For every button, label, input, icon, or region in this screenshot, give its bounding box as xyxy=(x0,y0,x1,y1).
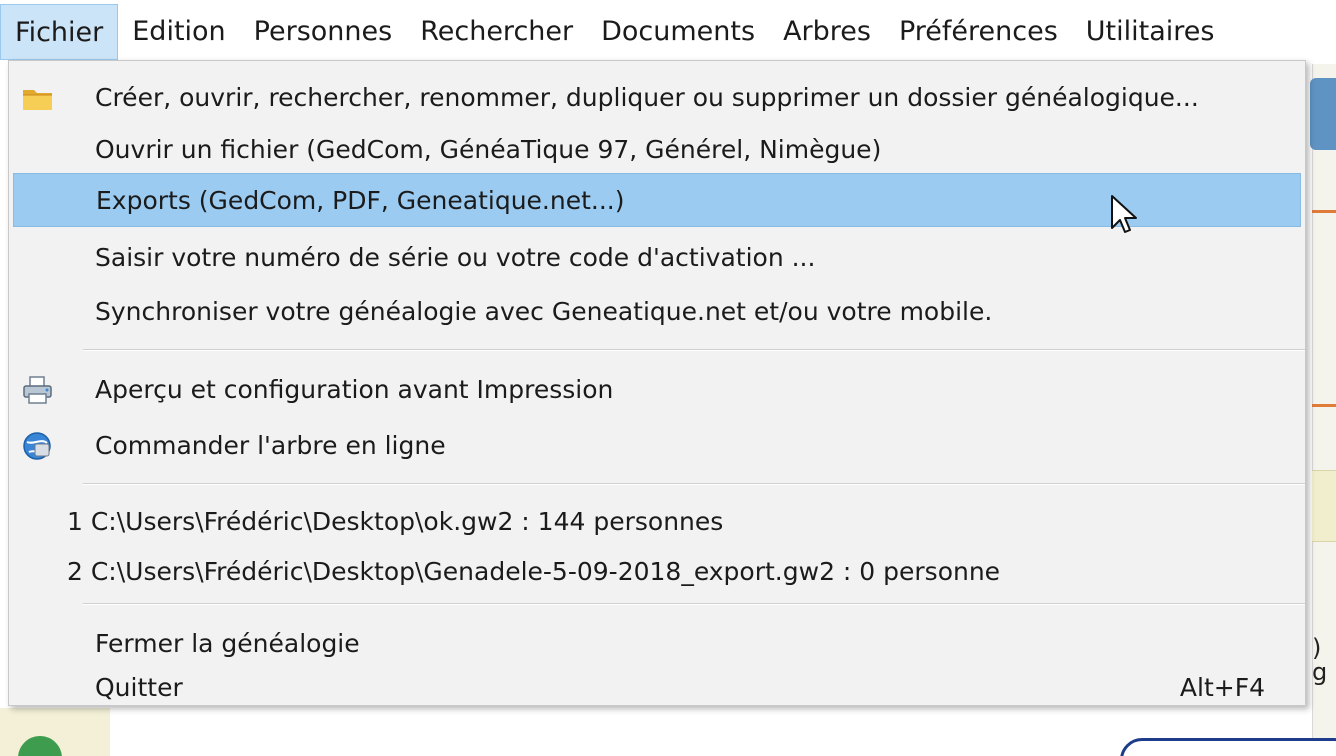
menu-item-numero-serie[interactable]: Saisir votre numéro de série ou votre co… xyxy=(13,231,1301,285)
menu-separator xyxy=(83,483,1305,485)
file-menu-dropdown: Créer, ouvrir, rechercher, renommer, dup… xyxy=(8,60,1306,706)
menu-separator xyxy=(83,349,1305,351)
menu-item-label: 1 C:\Users\Frédéric\Desktop\ok.gw2 : 144… xyxy=(67,507,724,536)
menu-item-label: Quitter xyxy=(95,673,183,702)
menu-documents[interactable]: Documents xyxy=(587,4,769,60)
menu-item-label: Ouvrir un fichier (GedCom, GénéaTique 97… xyxy=(95,135,882,164)
app-window: ) g Fichier Edition Personnes Rechercher … xyxy=(0,0,1336,756)
menu-item-recent-file-1[interactable]: 1 C:\Users\Frédéric\Desktop\ok.gw2 : 144… xyxy=(13,495,1301,549)
menu-edition[interactable]: Edition xyxy=(118,4,239,60)
menu-separator xyxy=(83,603,1305,605)
menu-item-shortcut: Alt+F4 xyxy=(1179,673,1265,702)
background-toolbar-fragment xyxy=(0,708,110,756)
globe-icon xyxy=(23,432,51,460)
background-card-fragment xyxy=(1312,470,1336,542)
menu-preferences[interactable]: Préférences xyxy=(885,4,1072,60)
menu-utilitaires[interactable]: Utilitaires xyxy=(1072,4,1229,60)
menu-item-recent-file-2[interactable]: 2 C:\Users\Frédéric\Desktop\Genadele-5-0… xyxy=(13,545,1301,599)
folder-icon xyxy=(23,90,52,110)
printer-icon xyxy=(23,376,52,404)
menu-item-label: Créer, ouvrir, rechercher, renommer, dup… xyxy=(95,83,1199,112)
menu-bar: Fichier Edition Personnes Rechercher Doc… xyxy=(0,0,1336,64)
background-divider xyxy=(1312,210,1336,213)
menu-item-label: Commander l'arbre en ligne xyxy=(95,431,446,460)
menu-rechercher[interactable]: Rechercher xyxy=(406,4,587,60)
menu-item-fermer-genealogie[interactable]: Fermer la généalogie xyxy=(13,617,1301,671)
menu-item-label: 2 C:\Users\Frédéric\Desktop\Genadele-5-0… xyxy=(67,557,1001,586)
menu-item-label: Synchroniser votre généalogie avec Genea… xyxy=(95,297,993,326)
menu-arbres[interactable]: Arbres xyxy=(769,4,885,60)
menu-item-dossier-genealogique[interactable]: Créer, ouvrir, rechercher, renommer, dup… xyxy=(13,71,1301,125)
menu-item-quitter[interactable]: Quitter Alt+F4 xyxy=(13,669,1301,705)
mouse-cursor-icon xyxy=(1111,195,1137,233)
background-button-fragment[interactable] xyxy=(1120,738,1336,756)
menu-fichier[interactable]: Fichier xyxy=(0,4,119,60)
menu-item-synchroniser[interactable]: Synchroniser votre généalogie avec Genea… xyxy=(13,285,1301,339)
menu-item-label: Exports (GedCom, PDF, Geneatique.net...) xyxy=(96,186,625,215)
help-button-fragment[interactable] xyxy=(1310,78,1336,150)
menu-item-ouvrir-fichier[interactable]: Ouvrir un fichier (GedCom, GénéaTique 97… xyxy=(13,123,1301,177)
background-text-fragment: ) g xyxy=(1312,636,1328,686)
menu-item-commander-arbre[interactable]: Commander l'arbre en ligne xyxy=(13,419,1301,473)
menu-item-apercu-impression[interactable]: Aperçu et configuration avant Impression xyxy=(13,363,1301,417)
menu-personnes[interactable]: Personnes xyxy=(240,4,407,60)
menu-item-label: Saisir votre numéro de série ou votre co… xyxy=(95,243,816,272)
menu-item-label: Aperçu et configuration avant Impression xyxy=(95,375,614,404)
background-divider xyxy=(1312,404,1336,407)
background-icon xyxy=(18,736,62,756)
menu-item-exports[interactable]: Exports (GedCom, PDF, Geneatique.net...) xyxy=(13,173,1301,227)
